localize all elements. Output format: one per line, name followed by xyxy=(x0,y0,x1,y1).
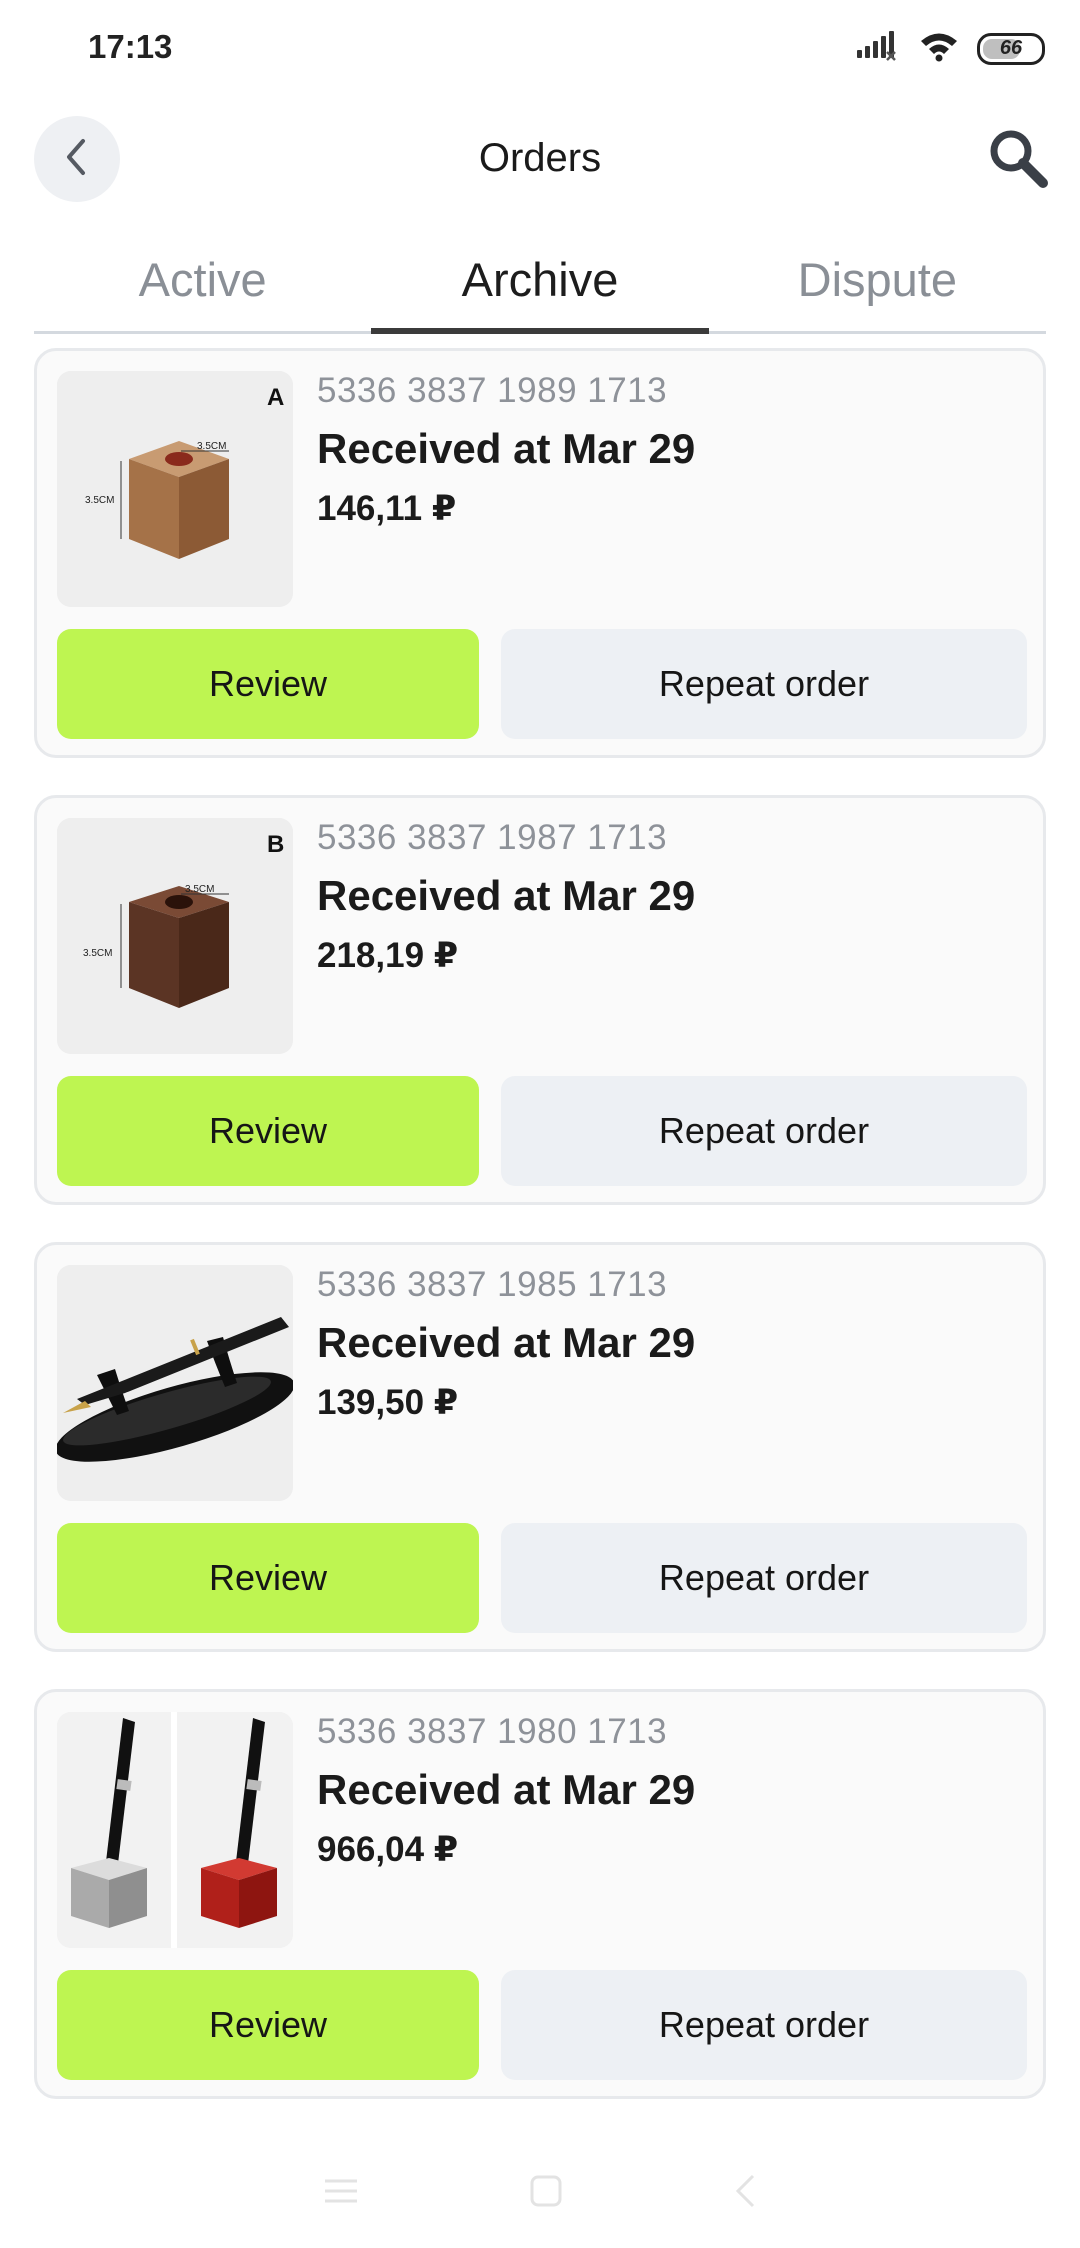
order-number: 5336 3837 1980 1713 xyxy=(317,1712,668,1751)
review-button[interactable]: Review xyxy=(57,1970,479,2080)
order-price: 146,11 ₽ xyxy=(317,489,457,528)
product-image: A 3.5CM 3.5CM xyxy=(57,371,293,607)
home-icon[interactable] xyxy=(529,2174,563,2213)
order-status: Received at Mar 29 xyxy=(317,1766,696,1813)
wifi-icon xyxy=(919,30,959,67)
product-image xyxy=(57,1265,293,1501)
dimension-side-label: 3.5CM xyxy=(83,948,112,959)
order-info: 5336 3837 1985 1713 Received at Mar 29 1… xyxy=(317,1265,1023,1423)
signal-icon xyxy=(857,30,901,67)
order-card[interactable]: A 3.5CM 3.5CM 5336 3837 1989 1713 Receiv… xyxy=(34,348,1046,758)
repeat-order-button[interactable]: Repeat order xyxy=(501,1076,1027,1186)
orders-list: A 3.5CM 3.5CM 5336 3837 1989 1713 Receiv… xyxy=(34,348,1046,2136)
page-title: Orders xyxy=(478,136,602,180)
tab-archive[interactable]: Archive xyxy=(371,240,709,334)
dimension-top-label: 3.5CM xyxy=(197,441,226,452)
pens-in-silver-and-red-holders-icon xyxy=(57,1712,293,1948)
order-card[interactable]: 5336 3837 1980 1713 Received at Mar 29 9… xyxy=(34,1689,1046,2099)
order-info: 5336 3837 1989 1713 Received at Mar 29 1… xyxy=(317,371,1023,529)
order-tabs: Active Archive Dispute xyxy=(34,240,1046,334)
tab-active[interactable]: Active xyxy=(34,240,371,331)
order-card[interactable]: B 3.5CM 3.5CM 5336 3837 1987 1713 Receiv… xyxy=(34,795,1046,1205)
battery-level: 66 xyxy=(999,37,1023,59)
fountain-pen-on-black-stand-icon xyxy=(57,1265,293,1501)
order-number: 5336 3837 1987 1713 xyxy=(317,818,668,857)
order-info: 5336 3837 1980 1713 Received at Mar 29 9… xyxy=(317,1712,1023,1870)
status-time: 17:13 xyxy=(88,28,173,65)
order-card[interactable]: 5336 3837 1985 1713 Received at Mar 29 1… xyxy=(34,1242,1046,1652)
app-header: Orders xyxy=(0,112,1080,208)
review-button[interactable]: Review xyxy=(57,1076,479,1186)
order-number: 5336 3837 1985 1713 xyxy=(317,1265,668,1304)
dark-wood-cube-pen-holder-icon: B 3.5CM 3.5CM xyxy=(57,818,293,1054)
tab-dispute[interactable]: Dispute xyxy=(709,240,1046,331)
menu-icon[interactable] xyxy=(323,2176,359,2211)
review-button[interactable]: Review xyxy=(57,1523,479,1633)
variant-letter: A xyxy=(267,384,284,411)
battery-icon: 66 xyxy=(977,32,1045,65)
order-price: 966,04 ₽ xyxy=(317,1830,459,1869)
variant-letter: B xyxy=(267,831,284,858)
product-image xyxy=(57,1712,293,1948)
order-price: 139,50 ₽ xyxy=(317,1383,459,1422)
order-status: Received at Mar 29 xyxy=(317,425,696,472)
repeat-order-button[interactable]: Repeat order xyxy=(501,629,1027,739)
dimension-side-label: 3.5CM xyxy=(85,495,114,506)
search-button[interactable] xyxy=(982,124,1054,196)
repeat-order-button[interactable]: Repeat order xyxy=(501,1523,1027,1633)
order-number: 5336 3837 1989 1713 xyxy=(317,371,668,410)
back-nav-icon[interactable] xyxy=(733,2173,757,2214)
repeat-order-button[interactable]: Repeat order xyxy=(501,1970,1027,2080)
system-nav-bar xyxy=(0,2138,1080,2248)
order-info: 5336 3837 1987 1713 Received at Mar 29 2… xyxy=(317,818,1023,976)
order-price: 218,19 ₽ xyxy=(317,936,459,975)
order-status: Received at Mar 29 xyxy=(317,1319,696,1366)
status-bar: 17:13 66 xyxy=(0,0,1080,96)
dimension-top-label: 3.5CM xyxy=(185,884,214,895)
light-wood-cube-pen-holder-icon: A 3.5CM 3.5CM xyxy=(57,371,293,607)
product-image: B 3.5CM 3.5CM xyxy=(57,818,293,1054)
review-button[interactable]: Review xyxy=(57,629,479,739)
order-status: Received at Mar 29 xyxy=(317,872,696,919)
status-icons: 66 xyxy=(857,30,1045,67)
search-icon xyxy=(986,126,1050,195)
